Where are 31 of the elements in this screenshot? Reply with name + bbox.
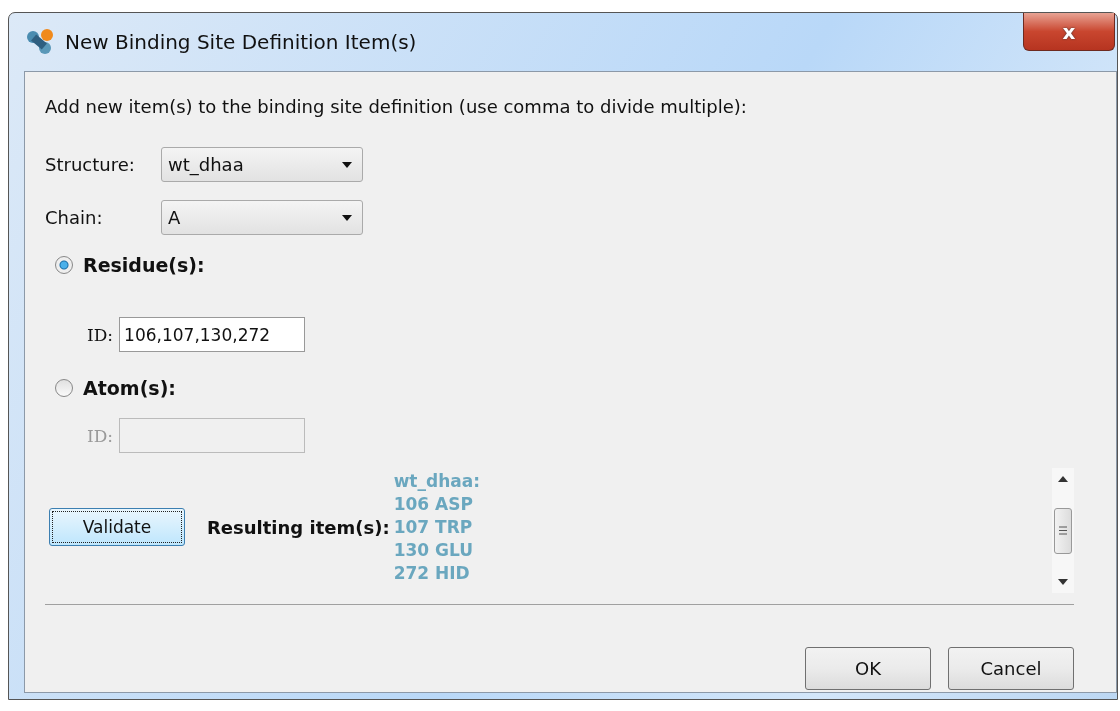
app-logo-icon (25, 27, 55, 57)
dropdown-label: Chain: (45, 207, 104, 228)
dropdown[interactable]: wt_dhaa (161, 147, 363, 182)
window-title: New Binding Site Definition Item(s) (65, 30, 417, 54)
result-item: 107 TRP (393, 517, 473, 537)
id-label: ID: (87, 425, 114, 446)
id-field[interactable]: 106,107,130,272 (119, 317, 306, 352)
scroll-down-icon[interactable] (1058, 579, 1068, 585)
scroll-up-icon[interactable] (1058, 476, 1068, 482)
radio-option[interactable]: Residue(s): (55, 253, 1096, 277)
caret-icon (342, 161, 352, 168)
dialog-button[interactable]: Cancel (948, 647, 1074, 690)
result-item: wt_dhaa: (393, 471, 480, 491)
validate-button[interactable]: Validate (49, 508, 185, 546)
radio-option[interactable]: Atom(s): (55, 376, 1096, 400)
instruction-text: Add new item(s) to the binding site definition (use comma to divide multiple): (45, 96, 748, 118)
grip-icon (1059, 526, 1067, 535)
scrollbar[interactable] (1052, 468, 1074, 593)
result-item: 272 HID (393, 563, 470, 583)
caret-icon (342, 214, 352, 221)
results-label: Resulting item(s): (207, 516, 390, 538)
result-item: 130 GLU (393, 540, 473, 560)
dropdown-label: Structure: (45, 154, 136, 175)
id-label: ID: (87, 324, 114, 345)
dropdown[interactable]: A (161, 200, 363, 235)
dialog-button[interactable]: OK (805, 647, 931, 690)
close-button[interactable]: x (1023, 13, 1115, 51)
radio-button[interactable] (55, 256, 73, 274)
radio-button[interactable] (55, 379, 73, 397)
result-item: 106 ASP (393, 494, 473, 514)
scroll-thumb[interactable] (1054, 507, 1072, 554)
